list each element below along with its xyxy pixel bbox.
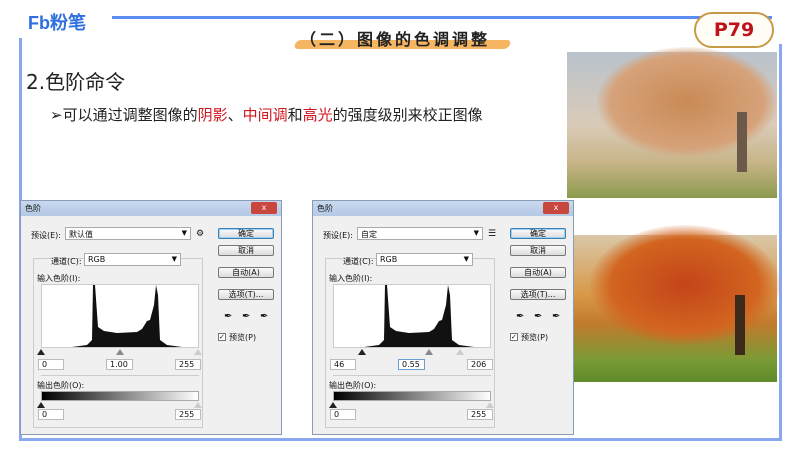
text: 的强度级别来校正图像 [332,106,483,124]
output-levels-label: 输出色阶(O): [329,381,377,390]
frame-bottom-line [19,438,782,441]
channel-label: 通道(C): [343,257,374,266]
bullet-marker: ➢ [50,106,63,124]
output-gradient [333,391,491,401]
white-eyedropper-icon[interactable]: ✒ [260,311,268,322]
options-button[interactable]: 选项(T)... [218,289,274,300]
output-black-field[interactable]: 0 [330,409,356,420]
photo-before [567,47,777,198]
options-button[interactable]: 选项(T)... [510,289,566,300]
input-white-field[interactable]: 206 [467,359,493,370]
channel-value: RGB [380,255,398,264]
input-gray-slider[interactable] [116,349,124,355]
input-levels-label: 输入色阶(I): [37,274,81,283]
chevron-down-icon: ▼ [463,255,469,263]
ok-button[interactable]: 确定 [218,228,274,239]
dialog-title: 色阶 [25,204,41,213]
histogram [41,284,199,348]
preset-value: 自定 [361,230,377,239]
text: 可以通过调整图像的 [62,106,198,124]
histogram-shape [364,285,474,347]
close-button[interactable]: x [543,202,569,214]
histogram-shape [72,285,182,347]
ok-button[interactable]: 确定 [510,228,566,239]
highlight-midtone: 中间调 [242,106,288,124]
input-black-slider[interactable] [37,349,45,355]
channel-value: RGB [88,255,106,264]
page-badge: P79 [694,12,774,48]
frame-top-line [112,16,772,19]
input-gray-slider[interactable] [425,349,433,355]
input-mid-field[interactable]: 0.55 [398,359,425,370]
auto-button[interactable]: 自动(A) [510,267,566,278]
text: 和 [287,106,303,124]
input-mid-field[interactable]: 1.00 [106,359,133,370]
output-white-field[interactable]: 255 [175,409,201,420]
chevron-down-icon: ▼ [171,255,177,263]
output-black-field[interactable]: 0 [38,409,64,420]
black-eyedropper-icon[interactable]: ✒ [516,311,524,322]
channel-label: 通道(C): [51,257,82,266]
input-white-field[interactable]: 255 [175,359,201,370]
close-button[interactable]: x [251,202,277,214]
preview-checkbox[interactable]: ✓ [510,333,518,341]
preset-list-icon[interactable]: ☰ [488,229,496,239]
preset-select[interactable]: 默认值 ▼ [65,227,191,240]
input-white-slider[interactable] [194,349,202,355]
preset-label: 预设(E): [31,231,61,240]
divider [333,375,491,376]
dialog-title: 色阶 [317,204,333,213]
highlight-highlight: 高光 [302,106,333,124]
input-white-slider[interactable] [456,349,464,355]
levels-dialog-default: 色阶 x 预设(E): 默认值 ▼ ⚙ 确定 取消 自动(A) 选项(T)... ✒… [20,200,282,435]
preview-checkbox[interactable]: ✓ [218,333,226,341]
output-black-slider[interactable] [329,402,337,408]
input-black-slider[interactable] [358,349,366,355]
section-title: （二）图像的色调调整 [300,30,491,49]
dialog-titlebar[interactable]: 色阶 x [21,201,281,216]
preset-options-icon[interactable]: ⚙ [196,229,204,239]
preview-label: 预览(P) [229,333,257,342]
channel-select[interactable]: RGB ▼ [376,253,473,266]
auto-button[interactable]: 自动(A) [218,267,274,278]
divider [41,375,199,376]
bullet-text: ➢可以通过调整图像的阴影、中间调和高光的强度级别来校正图像 [50,104,483,125]
histogram [333,284,491,348]
gray-eyedropper-icon[interactable]: ✒ [242,311,250,322]
cancel-button[interactable]: 取消 [510,245,566,256]
black-eyedropper-icon[interactable]: ✒ [224,311,232,322]
dialog-titlebar[interactable]: 色阶 x [313,201,573,216]
frame-right-line [779,44,782,440]
gray-eyedropper-icon[interactable]: ✒ [534,311,542,322]
chevron-down-icon: ▼ [181,229,187,237]
cancel-button[interactable]: 取消 [218,245,274,256]
preset-select[interactable]: 自定 ▼ [357,227,483,240]
output-levels-label: 输出色阶(O): [37,381,85,390]
chevron-down-icon: ▼ [473,229,479,237]
white-eyedropper-icon[interactable]: ✒ [552,311,560,322]
preset-value: 默认值 [69,230,93,239]
output-white-slider[interactable] [194,402,202,408]
photo-after [570,225,780,382]
channel-select[interactable]: RGB ▼ [84,253,181,266]
fenbi-logo: Fb粉笔 [28,13,86,33]
highlight-shadow: 阴影 [197,106,228,124]
output-white-field[interactable]: 255 [467,409,493,420]
preview-label: 预览(P) [521,333,549,342]
output-black-slider[interactable] [37,402,45,408]
input-black-field[interactable]: 46 [330,359,356,370]
levels-dialog-adjusted: 色阶 x 预设(E): 自定 ▼ ☰ 确定 取消 自动(A) 选项(T)... ✒ … [312,200,574,435]
input-black-field[interactable]: 0 [38,359,64,370]
heading: 2.色阶命令 [26,70,126,94]
input-levels-label: 输入色阶(I): [329,274,373,283]
preset-label: 预设(E): [323,231,353,240]
text: 、 [227,106,243,124]
output-gradient [41,391,199,401]
output-white-slider[interactable] [486,402,494,408]
